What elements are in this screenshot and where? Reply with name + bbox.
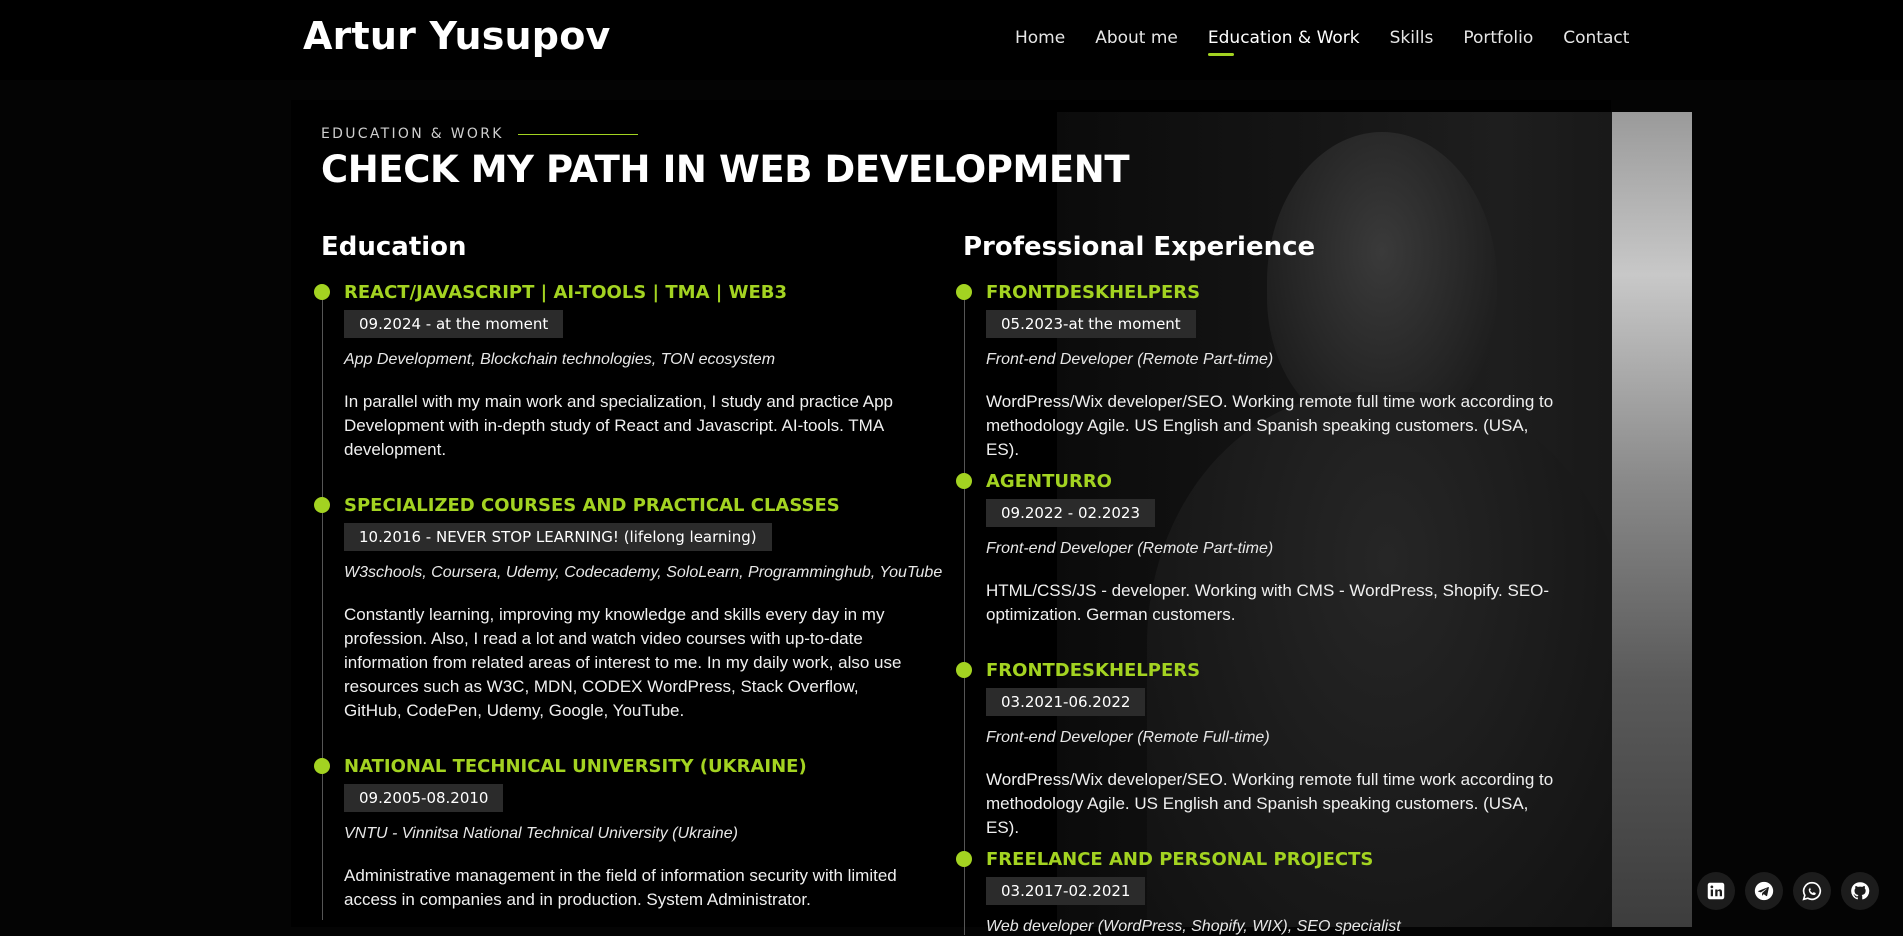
item-title: NATIONAL TECHNICAL UNIVERSITY (UKRAINE) (344, 756, 807, 777)
site-header: Artur Yusupov Home About me Education & … (0, 0, 1903, 80)
timeline-dot (956, 473, 972, 489)
item-subtitle: Front-end Developer (Remote Part-time) (986, 351, 1274, 368)
nav-contact[interactable]: Contact (1563, 28, 1629, 54)
item-description: WordPress/Wix developer/SEO. Working rem… (986, 392, 1554, 459)
item-description: HTML/CSS/JS - developer. Working with CM… (986, 581, 1550, 624)
eyebrow-text: EDUCATION & WORK (321, 126, 504, 142)
item-title: SPECIALIZED COURSES AND PRACTICAL CLASSE… (344, 495, 840, 516)
section-eyebrow: EDUCATION & WORK (321, 126, 638, 142)
item-title: FRONTDESKHELPERS (986, 660, 1201, 681)
timeline-dot (314, 497, 330, 513)
timeline-dot (314, 758, 330, 774)
timeline-dot (956, 662, 972, 678)
telegram-icon[interactable] (1745, 872, 1783, 910)
item-title: REACT/JAVASCRIPT | AI-TOOLS | TMA | WEB3 (344, 282, 788, 303)
nav-about[interactable]: About me (1095, 28, 1178, 54)
portrait-head (1267, 132, 1497, 432)
item-title: FRONTDESKHELPERS (986, 282, 1201, 303)
item-description: Constantly learning, improving my knowle… (344, 605, 902, 720)
date-badge: 09.2022 - 02.2023 (986, 499, 1156, 527)
item-subtitle: W3schools, Coursera, Udemy, Codecademy, … (344, 564, 943, 581)
date-badge: 03.2021-06.2022 (986, 688, 1146, 716)
date-badge: 10.2016 - NEVER STOP LEARNING! (lifelong… (344, 523, 772, 551)
photo-background-strip (1612, 112, 1692, 927)
section-title: CHECK MY PATH IN WEB DEVELOPMENT (321, 148, 1130, 191)
item-title: FREELANCE AND PERSONAL PROJECTS (986, 849, 1374, 870)
timeline-dot (314, 284, 330, 300)
nav-portfolio[interactable]: Portfolio (1463, 28, 1533, 54)
item-subtitle: Web developer (WordPress, Shopify, WIX),… (986, 918, 1401, 935)
nav-skills[interactable]: Skills (1390, 28, 1434, 54)
date-badge: 09.2005-08.2010 (344, 784, 504, 812)
timeline-dot (956, 284, 972, 300)
item-subtitle: Front-end Developer (Remote Part-time) (986, 540, 1274, 557)
experience-heading: Professional Experience (963, 232, 1316, 262)
github-icon[interactable] (1841, 872, 1879, 910)
site-logo[interactable]: Artur Yusupov (303, 14, 611, 58)
item-subtitle: Front-end Developer (Remote Full-time) (986, 729, 1270, 746)
item-description: WordPress/Wix developer/SEO. Working rem… (986, 770, 1554, 837)
education-heading: Education (321, 232, 467, 262)
timeline-rail (964, 290, 965, 935)
eyebrow-line (517, 133, 638, 135)
date-badge: 09.2024 - at the moment (344, 310, 564, 338)
social-links (1697, 872, 1889, 910)
timeline-rail (322, 290, 323, 920)
main-nav: Home About me Education & Work Skills Po… (1015, 28, 1659, 56)
item-description: In parallel with my main work and specia… (344, 392, 893, 459)
item-subtitle: App Development, Blockchain technologies… (344, 351, 776, 368)
item-description: Administrative management in the field o… (344, 866, 897, 909)
item-title: AGENTURRO (986, 471, 1112, 492)
date-badge: 05.2023-at the moment (986, 310, 1196, 338)
nav-home[interactable]: Home (1015, 28, 1065, 54)
timeline-dot (956, 851, 972, 867)
date-badge: 03.2017-02.2021 (986, 877, 1146, 905)
nav-education-work[interactable]: Education & Work (1207, 28, 1360, 56)
item-subtitle: VNTU - Vinnitsa National Technical Unive… (344, 825, 738, 842)
portrait-body (1147, 392, 1627, 927)
linkedin-icon[interactable] (1697, 872, 1735, 910)
whatsapp-icon[interactable] (1793, 872, 1831, 910)
